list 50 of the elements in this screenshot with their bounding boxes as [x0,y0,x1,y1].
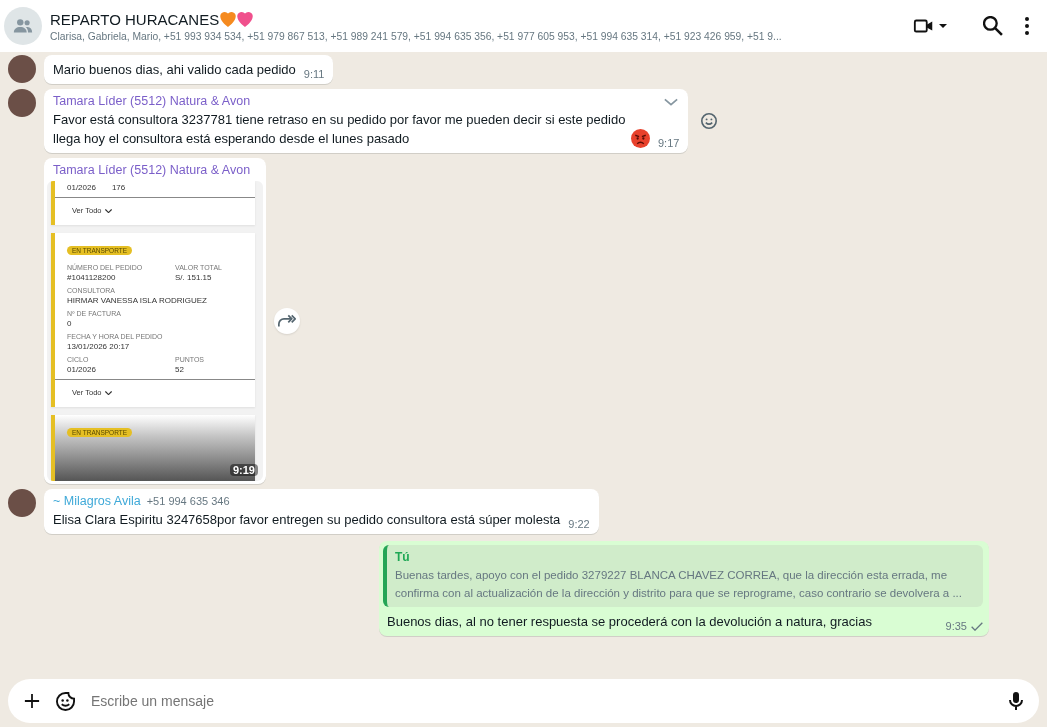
member-list: Clarisa, Gabriela, Mario, +51 993 934 534, +51 979 867 513, +51 989 241 579, +51 994 635 356, +51 977 605 953, +51 994 635 314, +51 923 426 959, +51 9... [50,30,881,42]
avatar[interactable] [8,55,36,83]
sticker-button[interactable] [54,689,77,713]
caret-icon [939,24,947,28]
search-icon [983,16,1003,36]
heart-icon [237,11,254,27]
card-value: 176 [111,183,126,192]
microphone-icon [1009,691,1023,711]
field-value: 52 [175,365,185,374]
more-options-icon [1025,17,1029,35]
phone-number: +51 994 635 346 [146,495,230,507]
chevron-down-icon[interactable] [664,98,679,106]
avatar[interactable] [8,489,36,517]
message-text: Buenos dias, al no tener respuesta se procederá con la devolución a natura, gracias [387,613,872,631]
field-value: HIRMAR VANESSA ISLA RODRIGUEZ [67,296,207,305]
forward-icon [278,314,296,328]
voice-message-button[interactable] [1007,689,1025,713]
smiley-icon [701,113,718,129]
sender-name[interactable]: Tamara Líder (5512) Natura & Avon [53,94,251,108]
message-input[interactable]: Escribe un mensaje [89,692,995,710]
chevron-down-icon [105,390,113,395]
message-field[interactable]: Escribe un mensaje [8,679,1039,723]
card-value: 01/2026 [67,183,96,192]
field-value: 13/01/2026 20:17 [67,342,131,351]
field-value: S/. 151.15 [175,273,213,282]
heart-icon [220,11,237,27]
field-value: 01/2026 [67,365,97,374]
message-text: Favor está consultora 3237781 tiene retraso en su pedido por favor me pueden decir si este pedido llega hoy el consultora está esperando desde el lunes pasado [53,111,627,148]
message-time: 9:19 [229,464,258,476]
message-time: 9:35 [945,619,967,633]
plus-icon [24,693,40,709]
sender-name[interactable]: ~ Milagros Avila [53,494,141,508]
field-value: #1041128200 [67,273,117,282]
group-avatar[interactable] [4,7,42,45]
group-name: REPARTO HURACANES [50,10,220,28]
sender-name[interactable]: Tamara Líder (5512) Natura & Avon [47,161,263,181]
avatar[interactable] [8,89,36,117]
sticker-icon [56,691,75,711]
quote-text: Buenas tardes, apoyo con el pedido 3279227 BLANCA CHAVEZ CORREA, que la dirección esta errada, me confirma con al actualización de la dirección y distrito para que se reprograme, caso contrario se devolvera a ... [395,568,963,601]
attach-button[interactable] [22,691,42,711]
message-time: 9:22 [568,517,590,531]
field-value: 0 [67,319,73,328]
quote-author: Tú [395,550,411,564]
message-text: Mario buenos dias, ahi valido cada pedido [53,62,296,77]
message-time: 9:11 [303,67,325,81]
message-time: 9:17 [658,136,680,150]
forward-button[interactable] [274,308,300,334]
chevron-down-icon [105,208,113,213]
message-text: Elisa Clara Espiritu 3247658por favor entregen su pedido consultora está súper molesta [53,512,561,527]
quoted-message[interactable] [383,545,983,607]
